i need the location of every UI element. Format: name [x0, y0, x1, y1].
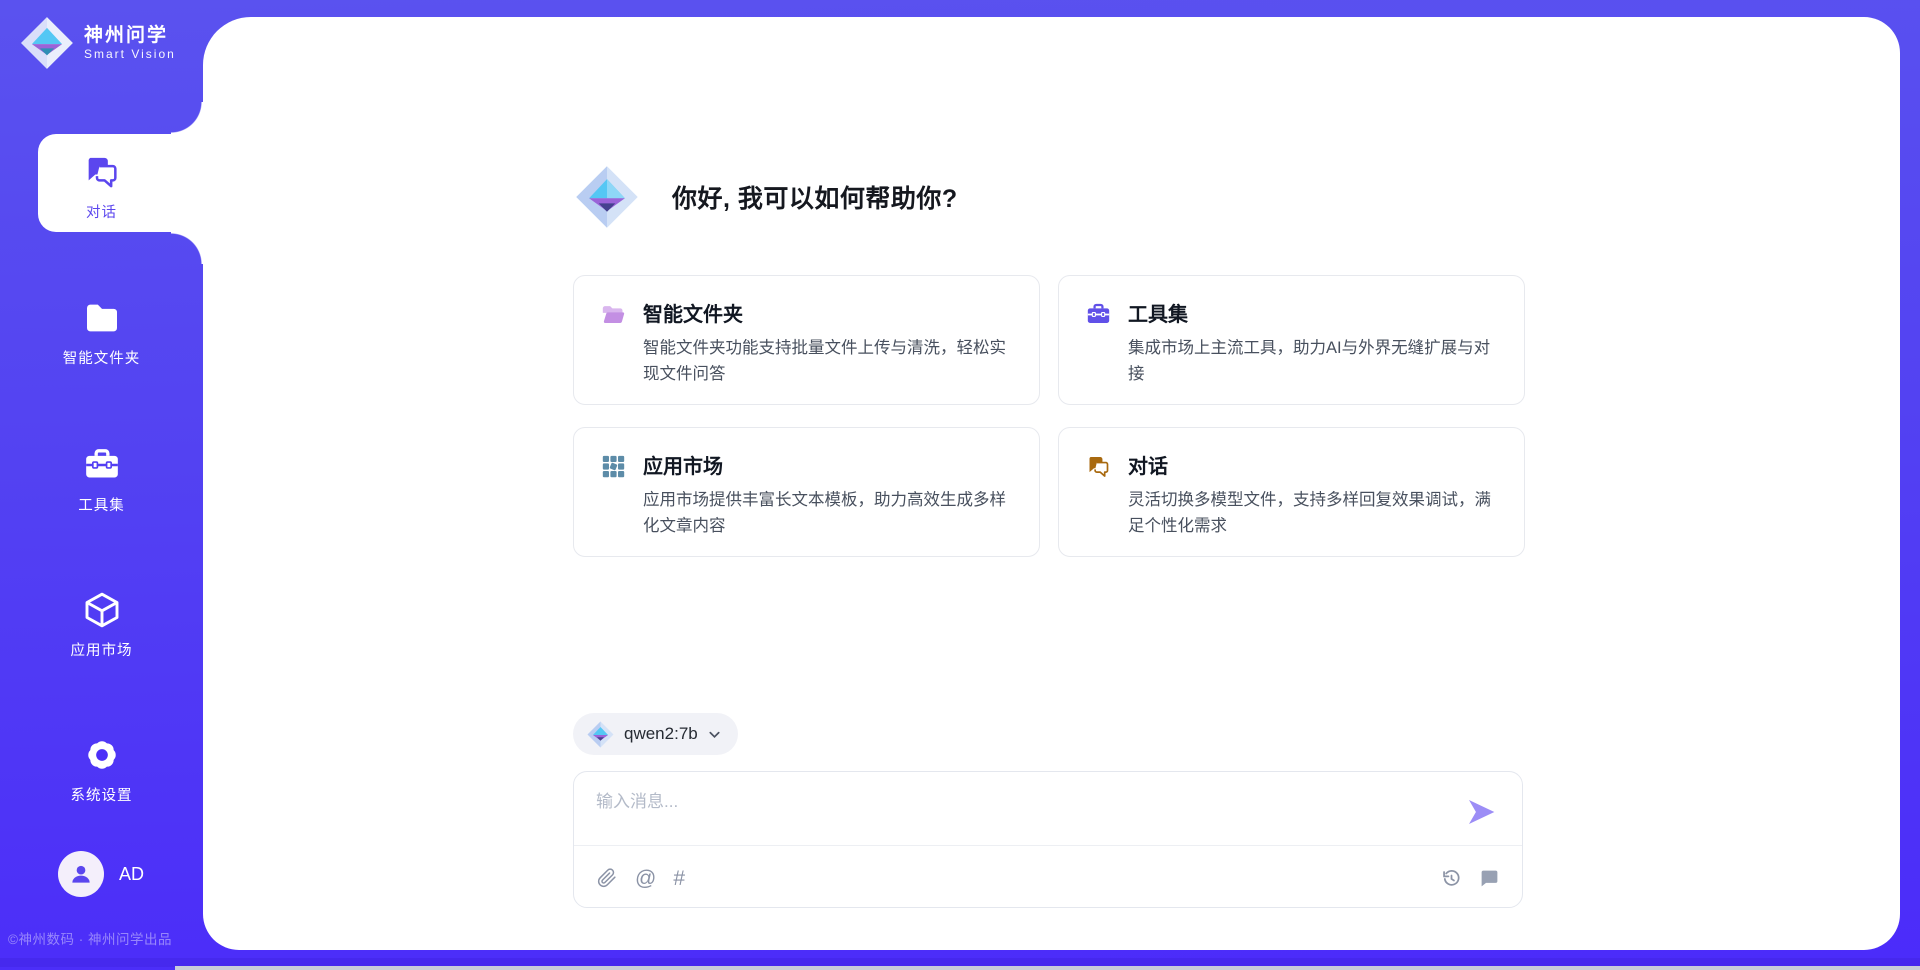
avatar	[58, 851, 104, 897]
greeting-title: 你好, 我可以如何帮助你?	[672, 179, 958, 215]
history-icon[interactable]	[1440, 867, 1462, 889]
greeting-block: 你好, 我可以如何帮助你?	[575, 165, 958, 229]
sidebar-item-label: 智能文件夹	[0, 347, 203, 368]
main-panel: 你好, 我可以如何帮助你? 智能文件夹 智能文件夹功能支持批量文件上传与清洗，轻…	[203, 17, 1900, 950]
folder-icon	[82, 298, 122, 338]
brand-logo-icon	[20, 16, 74, 70]
chat-icon	[82, 152, 122, 192]
sidebar-item-smart-folder[interactable]: 智能文件夹	[0, 292, 203, 368]
card-title: 智能文件夹	[643, 298, 1013, 327]
card-desc: 应用市场提供丰富长文本模板，助力高效生成多样化文章内容	[643, 488, 1013, 539]
sidebar-item-toolset[interactable]: 工具集	[0, 439, 203, 515]
card-desc: 智能文件夹功能支持批量文件上传与清洗，轻松实现文件问答	[643, 336, 1013, 387]
card-title: 应用市场	[643, 450, 1013, 479]
message-icon[interactable]	[1478, 867, 1500, 889]
card-desc: 灵活切换多模型文件，支持多样回复效果调试，满足个性化需求	[1128, 488, 1498, 539]
card-app-market[interactable]: 应用市场 应用市场提供丰富长文本模板，助力高效生成多样化文章内容	[573, 427, 1040, 557]
model-label: qwen2:7b	[624, 724, 698, 744]
horizontal-scrollbar[interactable]	[175, 966, 1920, 970]
composer-divider	[574, 845, 1522, 846]
attachment-icon[interactable]	[596, 867, 618, 889]
card-desc: 集成市场上主流工具，助力AI与外界无缝扩展与对接	[1128, 336, 1498, 387]
toolbox-icon	[82, 445, 122, 485]
user-name: AD	[119, 864, 144, 885]
folder-open-icon	[600, 301, 627, 328]
brand-diamond-icon	[575, 165, 639, 229]
sidebar-item-app-market[interactable]: 应用市场	[0, 584, 203, 660]
chat-icon	[1085, 453, 1112, 480]
card-toolset[interactable]: 工具集 集成市场上主流工具，助力AI与外界无缝扩展与对接	[1058, 275, 1525, 405]
sidebar-item-chat[interactable]: 对话	[0, 146, 203, 222]
sidebar: 神州问学 Smart Vision 对话 智能文件夹 工具集 应用市	[0, 0, 203, 970]
send-icon[interactable]	[1465, 796, 1497, 828]
sidebar-item-settings[interactable]: 系统设置	[0, 729, 203, 805]
hashtag-icon[interactable]: #	[673, 868, 685, 889]
model-selector[interactable]: qwen2:7b	[573, 713, 738, 755]
feature-cards: 智能文件夹 智能文件夹功能支持批量文件上传与清洗，轻松实现文件问答 工具集 集成…	[573, 275, 1525, 557]
card-chat[interactable]: 对话 灵活切换多模型文件，支持多样回复效果调试，满足个性化需求	[1058, 427, 1525, 557]
sidebar-item-label: 对话	[0, 201, 203, 222]
sidebar-item-label: 系统设置	[0, 784, 203, 805]
mention-icon[interactable]: @	[635, 868, 656, 889]
user-account[interactable]: AD	[58, 851, 144, 897]
cube-icon	[82, 590, 122, 630]
sidebar-item-label: 应用市场	[0, 639, 203, 660]
sidebar-item-label: 工具集	[0, 494, 203, 515]
composer-toolbar: @ #	[596, 858, 1500, 898]
model-logo-icon	[587, 721, 614, 748]
brand: 神州问学 Smart Vision	[20, 16, 176, 70]
card-smart-folder[interactable]: 智能文件夹 智能文件夹功能支持批量文件上传与清洗，轻松实现文件问答	[573, 275, 1040, 405]
message-composer: @ #	[573, 771, 1523, 908]
brand-subtitle: Smart Vision	[84, 47, 176, 61]
card-title: 对话	[1128, 450, 1498, 479]
chevron-down-icon	[707, 727, 722, 742]
gear-icon	[82, 735, 122, 775]
card-title: 工具集	[1128, 298, 1498, 327]
toolbar-right	[1440, 867, 1500, 889]
brand-title: 神州问学	[84, 25, 176, 47]
toolbox-icon	[1085, 301, 1112, 328]
message-input[interactable]	[596, 787, 1456, 837]
copyright-text: ©神州数码 · 神州问学出品	[8, 928, 208, 948]
person-icon	[68, 861, 94, 887]
app-grid-icon	[600, 453, 627, 480]
